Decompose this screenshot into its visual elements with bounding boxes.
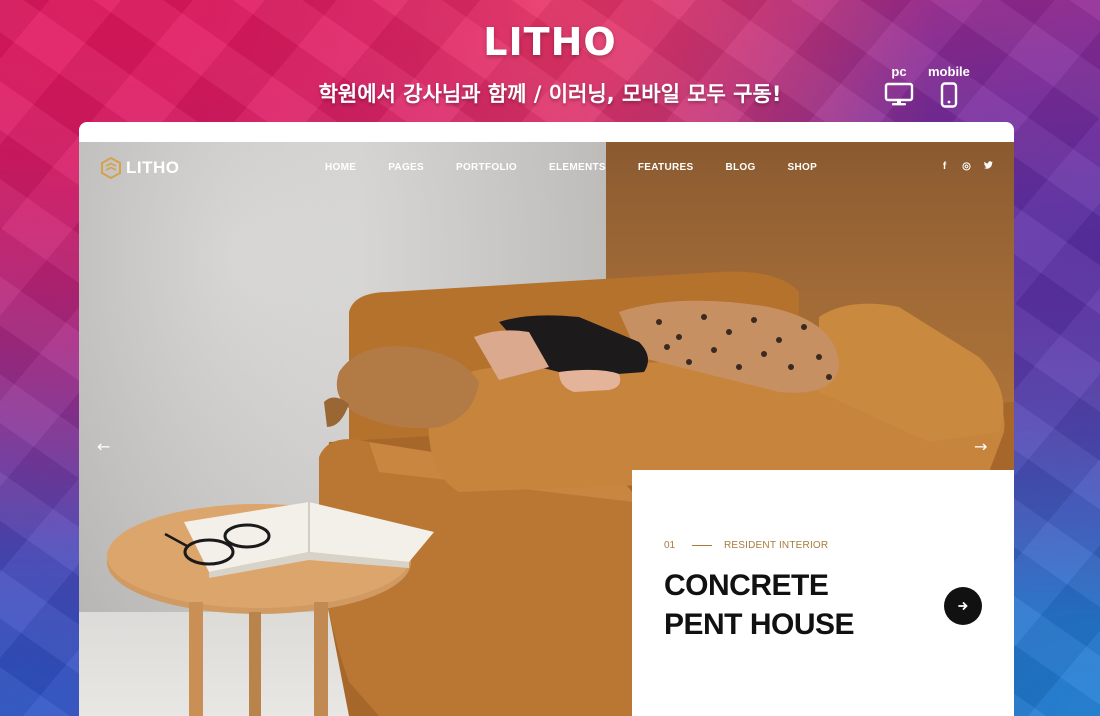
menu-item-elements[interactable]: ELEMENTS	[549, 162, 606, 173]
slider-prev-arrow[interactable]: ←	[97, 437, 110, 456]
menu-item-pages[interactable]: PAGES	[388, 162, 424, 173]
site-header: LITHO HOME PAGES PORTFOLIO ELEMENTS FEAT…	[79, 142, 1014, 198]
slide-view-button[interactable]	[944, 587, 982, 625]
slide-title-line2: PENT HOUSE	[664, 608, 855, 641]
arrow-right-icon	[958, 602, 968, 610]
site-logo[interactable]: LITHO	[101, 157, 180, 179]
social-links: f ◎	[939, 161, 994, 172]
device-pc: pc	[884, 64, 914, 108]
logo-hexagon-icon	[101, 157, 121, 179]
slide-number: 01	[664, 540, 676, 551]
banner-title: LITHO	[483, 20, 617, 64]
slide-category: RESIDENT INTERIOR	[724, 540, 829, 551]
twitter-icon[interactable]	[983, 161, 994, 172]
device-mobile: mobile	[928, 64, 970, 108]
menu-item-blog[interactable]: BLOG	[725, 162, 755, 173]
slider-next-arrow[interactable]: →	[974, 437, 987, 456]
main-menu: HOME PAGES PORTFOLIO ELEMENTS FEATURES B…	[325, 162, 817, 173]
website-preview-card: ← → 01 RESIDENT INTERIOR CONCRETE PENT H…	[79, 122, 1014, 716]
menu-item-home[interactable]: HOME	[325, 162, 356, 173]
slide-title: CONCRETE PENT HOUSE	[664, 566, 855, 644]
slide-caption-panel: 01 RESIDENT INTERIOR CONCRETE PENT HOUSE	[632, 470, 1014, 716]
menu-item-shop[interactable]: SHOP	[788, 162, 818, 173]
menu-item-portfolio[interactable]: PORTFOLIO	[456, 162, 517, 173]
menu-item-features[interactable]: FEATURES	[638, 162, 694, 173]
slide-meta-divider	[692, 545, 712, 546]
hero-slider: ← → 01 RESIDENT INTERIOR CONCRETE PENT H…	[79, 142, 1014, 716]
slide-title-line1: CONCRETE	[664, 569, 829, 602]
facebook-icon[interactable]: f	[939, 161, 950, 172]
slide-meta: 01 RESIDENT INTERIOR	[664, 540, 828, 551]
device-pc-label: pc	[891, 64, 907, 79]
site-logo-text: LITHO	[126, 158, 180, 177]
smartphone-icon	[940, 82, 958, 108]
device-mobile-label: mobile	[928, 64, 970, 79]
instagram-icon[interactable]: ◎	[961, 161, 972, 172]
device-badges: pc mobile	[884, 64, 970, 108]
monitor-icon	[884, 82, 914, 106]
